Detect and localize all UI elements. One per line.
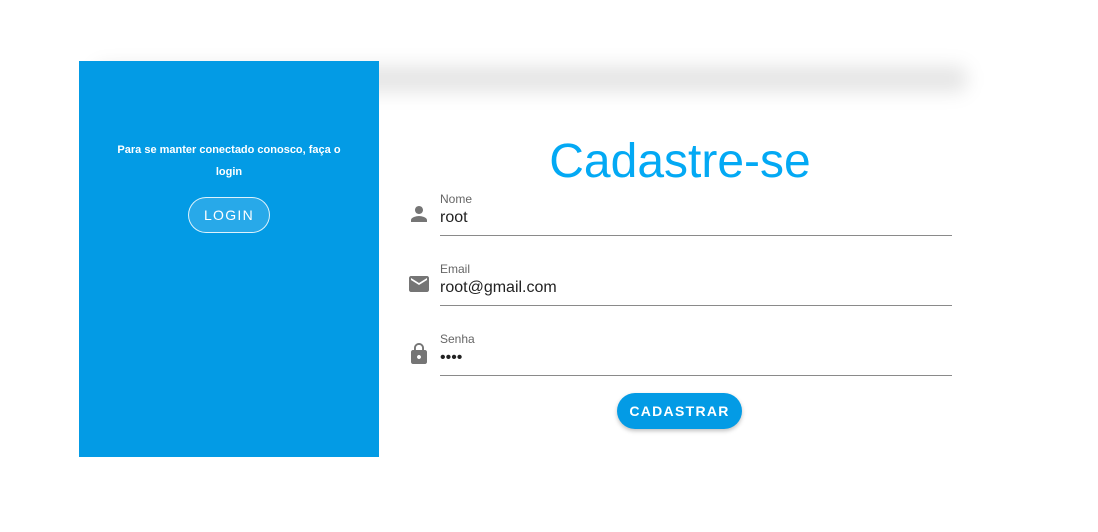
password-input[interactable]: •••• (440, 347, 952, 369)
email-input[interactable]: root@gmail.com (440, 277, 952, 299)
name-field[interactable]: Nome root (407, 192, 952, 236)
password-label: Senha (440, 332, 475, 346)
name-label: Nome (440, 192, 473, 206)
email-label: Email (440, 262, 471, 276)
login-prompt-text: Para se manter conectado conosco, faça o… (117, 144, 341, 178)
signup-button[interactable]: CADASTRAR (617, 393, 742, 429)
email-icon (409, 276, 429, 292)
page-title: Cadastre-se (549, 135, 811, 188)
password-underline (440, 375, 952, 376)
name-input[interactable]: root (440, 207, 952, 229)
person-icon (411, 206, 427, 222)
signup-form: Cadastre-se Nome root Email root@gmail.c… (379, 61, 979, 457)
name-underline (440, 235, 952, 236)
login-button[interactable]: LOGIN (188, 197, 270, 233)
lock-icon (411, 343, 427, 364)
login-panel: Para se manter conectado conosco, faça o… (79, 61, 379, 457)
password-field[interactable]: Senha •••• (407, 332, 952, 376)
email-underline (440, 305, 952, 306)
email-field[interactable]: Email root@gmail.com (407, 262, 952, 306)
